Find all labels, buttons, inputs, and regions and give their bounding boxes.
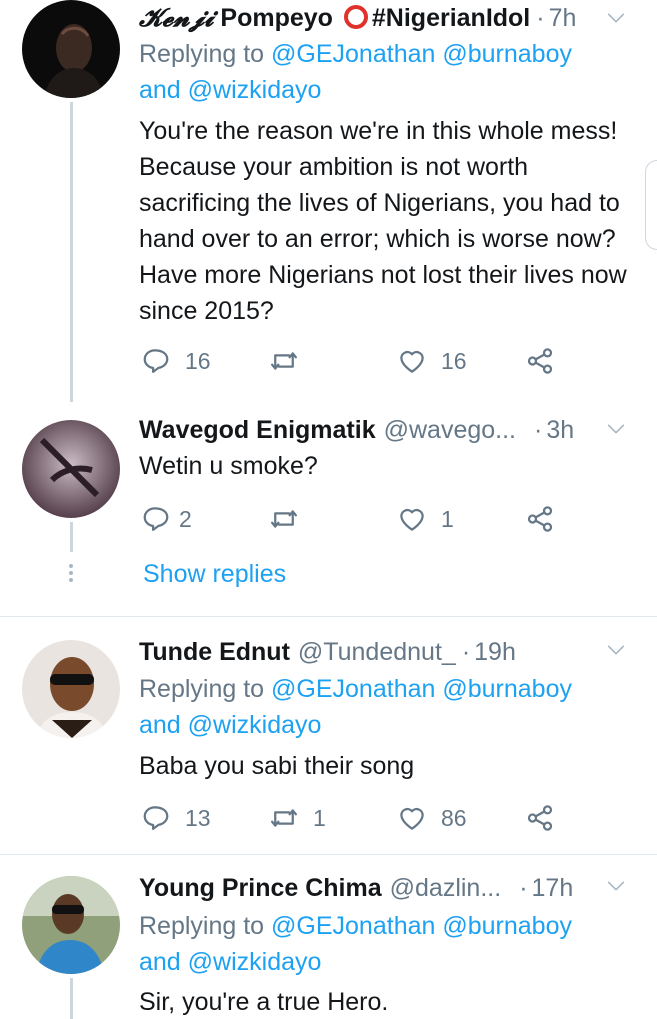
display-name[interactable]: Tunde Ednut [139, 638, 290, 667]
thread-line [70, 978, 73, 1019]
share-button[interactable] [525, 801, 555, 835]
like-button[interactable]: 86 [397, 801, 467, 835]
divider [0, 854, 657, 855]
tweet-text: Baba you sabi their song [139, 752, 415, 780]
reply-icon [141, 504, 171, 534]
reply-button[interactable]: 2 [141, 502, 192, 536]
chevron-down-icon[interactable] [605, 639, 627, 661]
reply-icon [141, 803, 171, 833]
avatar[interactable] [22, 876, 120, 974]
mention-link[interactable]: and @wizkidayo [139, 948, 321, 976]
avatar[interactable] [22, 0, 120, 98]
tweet-time: 7h [548, 3, 577, 32]
display-name[interactable]: 𝓚𝓮𝓷𝓳𝓲 Pompeyo [139, 3, 372, 33]
scroll-edge [645, 160, 657, 250]
tweet-wavegod-enigmatik[interactable]: Wavegod Enigmatik @wavego... · 3h Wetin … [0, 416, 657, 608]
mention-link[interactable]: @GEJonathan @burnaboy [271, 675, 572, 703]
mention-link[interactable]: @GEJonathan @burnaboy [271, 40, 572, 68]
display-name-hashtag[interactable]: #NigerianIdol [372, 4, 530, 33]
tweet-text: You're the reason we're in this whole me… [139, 117, 627, 325]
tweet-time: 17h [531, 873, 574, 902]
handle[interactable]: @wavego... [384, 416, 516, 445]
retweet-icon [269, 803, 299, 833]
retweet-button[interactable] [269, 502, 313, 536]
avatar[interactable] [22, 640, 120, 738]
chevron-down-icon[interactable] [605, 875, 627, 897]
tweet-header: Young Prince Chima @dazlin... · 17h [139, 873, 574, 903]
show-replies-link[interactable]: Show replies [143, 560, 286, 589]
handle[interactable]: @dazlin... [390, 874, 502, 903]
more-replies-dots [68, 564, 74, 585]
tweet-header: Tunde Ednut @Tundednut_ · 19h [139, 637, 516, 667]
tweet-text: Wetin u smoke? [139, 452, 318, 480]
divider [0, 616, 657, 617]
share-icon [525, 346, 555, 376]
chevron-down-icon[interactable] [605, 418, 627, 440]
tweet-young-prince-chima[interactable]: Young Prince Chima @dazlin... · 17h Repl… [0, 870, 657, 1019]
like-icon [397, 803, 427, 833]
retweet-button[interactable]: 1 [269, 801, 326, 835]
reply-button[interactable]: 13 [141, 801, 211, 835]
handle[interactable]: @Tundednut_ [298, 638, 456, 667]
tweet-time: 3h [546, 415, 575, 444]
retweet-icon [269, 346, 299, 376]
tweet-text: Sir, you're a true Hero. [139, 988, 389, 1016]
thread-line [70, 102, 73, 402]
avatar[interactable] [22, 420, 120, 518]
reply-icon [141, 346, 171, 376]
replying-to: Replying to @GEJonathan @burnaboy and @w… [139, 675, 572, 739]
reply-button[interactable]: 16 [141, 344, 211, 378]
retweet-button[interactable] [269, 344, 313, 378]
retweet-icon [269, 504, 299, 534]
display-name[interactable]: Young Prince Chima [139, 874, 382, 903]
tweet-actions: 16 16 [139, 344, 569, 378]
like-button[interactable]: 1 [397, 502, 454, 536]
share-button[interactable] [525, 344, 555, 378]
tweet-tunde-ednut[interactable]: Tunde Ednut @Tundednut_ · 19h Replying t… [0, 634, 657, 844]
like-icon [397, 504, 427, 534]
tweet-header: Wavegod Enigmatik @wavego... · 3h [139, 415, 575, 445]
like-icon [397, 346, 427, 376]
chevron-down-icon[interactable] [605, 7, 627, 29]
tweet-actions: 2 1 [139, 502, 569, 536]
mention-link[interactable]: and @wizkidayo [139, 76, 321, 104]
share-icon [525, 803, 555, 833]
tweet-time: 19h [474, 637, 516, 666]
red-circle-emoji [343, 5, 368, 29]
mention-link[interactable]: and @wizkidayo [139, 711, 321, 739]
share-icon [525, 504, 555, 534]
tweet-header: 𝓚𝓮𝓷𝓳𝓲 Pompeyo #NigerianIdol · 7h [139, 3, 577, 33]
thread-line [70, 522, 73, 552]
mention-link[interactable]: @GEJonathan @burnaboy [271, 912, 572, 940]
replying-to: Replying to @GEJonathan @burnaboy and @w… [139, 912, 572, 976]
like-button[interactable]: 16 [397, 344, 467, 378]
display-name[interactable]: Wavegod Enigmatik [139, 416, 376, 445]
replying-to: Replying to @GEJonathan @burnaboy and @w… [139, 40, 572, 104]
share-button[interactable] [525, 502, 555, 536]
tweet-kenji-pompeyo[interactable]: 𝓚𝓮𝓷𝓳𝓲 Pompeyo #NigerianIdol · 7h Replyin… [0, 0, 657, 410]
tweet-actions: 13 1 86 [139, 801, 569, 835]
